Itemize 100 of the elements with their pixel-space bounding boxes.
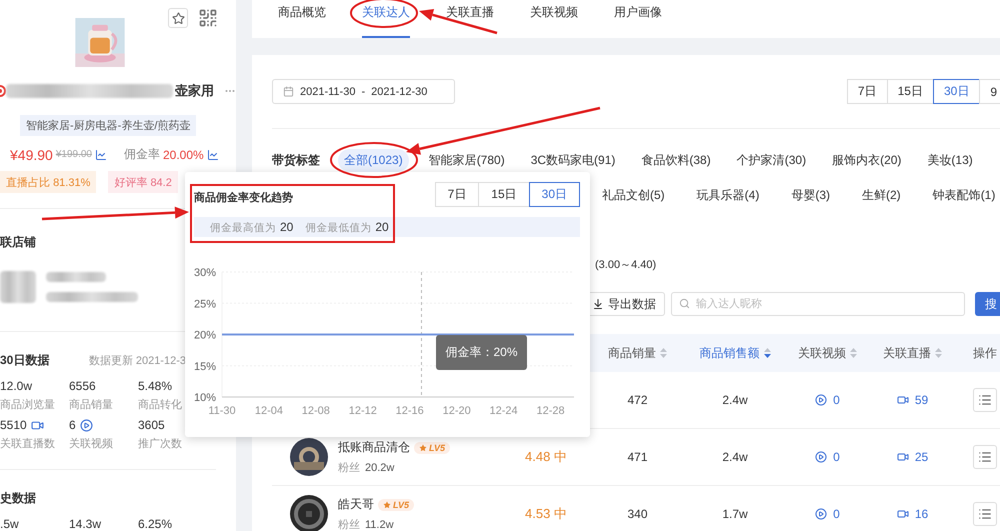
stat-label: 关联视频	[69, 436, 114, 451]
score: 4.48 中	[525, 448, 567, 466]
section-title: 30日数据	[0, 352, 50, 369]
column-header: 操作	[955, 334, 1000, 372]
video-count[interactable]: 0	[833, 393, 840, 407]
tab[interactable]: 关联达人	[362, 0, 410, 38]
axis-label: 12-16	[396, 405, 424, 417]
filter-tag[interactable]: 3C数码家电(91)	[524, 149, 622, 172]
details-button[interactable]	[973, 388, 997, 412]
creator-name[interactable]: 抵账商品清仓	[338, 439, 410, 456]
commission-value: 20.00%	[162, 148, 204, 162]
period-button[interactable]: 9	[979, 79, 1000, 104]
stat-badge: 好评率 84.2	[108, 171, 178, 194]
filter-tag[interactable]: 服饰内衣(20)	[826, 149, 908, 172]
star-icon	[419, 444, 427, 452]
axis-label: 15%	[194, 360, 216, 373]
tab[interactable]: 关联直播	[446, 0, 494, 38]
stat-label: 推广次数	[138, 436, 183, 451]
stat-value: 3605	[138, 418, 166, 432]
section-title: 史数据	[0, 490, 36, 507]
filter-tag[interactable]: 个护家清(30)	[730, 149, 812, 172]
product-name: 壶家用	[175, 82, 214, 100]
stat-value: 6.25%	[138, 516, 174, 531]
filter-tag[interactable]: 美妆(13)	[921, 149, 979, 172]
filter-tag[interactable]: 母婴(3)	[785, 184, 836, 207]
filter-tag[interactable]: 礼品文创(5)	[596, 184, 671, 207]
stat-badge: 直播占比 81.31%	[0, 171, 96, 194]
details-button[interactable]	[973, 502, 997, 526]
line-chart-icon[interactable]	[206, 148, 219, 161]
tab[interactable]: 商品概览	[278, 0, 326, 38]
max-commission: 佣金最高值为 20	[210, 220, 294, 234]
score-range: (3.00～4.40)	[595, 258, 656, 272]
filter-tag[interactable]: 智能家居(780)	[422, 149, 511, 172]
original-price: ¥199.00	[56, 149, 92, 160]
list-icon	[978, 450, 992, 464]
table-cell: 2.4w	[722, 450, 748, 464]
video-count[interactable]: 0	[833, 450, 840, 464]
play-icon	[815, 508, 828, 520]
stat-value: 14.3w	[69, 516, 102, 531]
filter-tag[interactable]: 钟表配饰(1)	[926, 184, 1000, 207]
play-icon	[815, 451, 828, 463]
section-title: 联店铺	[0, 234, 36, 252]
column-header[interactable]: 商品销售额	[685, 334, 785, 372]
video-count[interactable]: 0	[833, 507, 840, 521]
stat-value: 6556	[69, 379, 97, 393]
tab[interactable]: 关联视频	[530, 0, 578, 38]
popup-title: 商品佣金率变化趋势	[194, 190, 293, 205]
fans-count: 粉丝 11.2w	[338, 518, 395, 531]
search-button[interactable]: 搜	[975, 292, 1000, 316]
download-icon	[592, 298, 604, 310]
table-cell: 1.7w	[722, 507, 748, 521]
column-header[interactable]: 商品销量	[590, 334, 685, 372]
axis-label: 30%	[194, 267, 216, 279]
period-button[interactable]: 30日	[932, 79, 980, 104]
table-cell: 472	[627, 393, 648, 407]
category-tag: 智能家居-厨房电器-养生壶/煎药壶	[20, 115, 196, 136]
axis-label: 12-28	[536, 405, 565, 417]
period-button[interactable]: 7日	[434, 182, 480, 207]
tab[interactable]: 用户画像	[614, 0, 662, 38]
line-chart-icon[interactable]	[94, 148, 107, 161]
column-header[interactable]: 关联直播	[870, 334, 955, 372]
favorite-button[interactable]	[168, 8, 188, 28]
filter-title: 带货标签	[272, 152, 320, 169]
chart-tooltip: 佣金率：20%	[436, 335, 527, 370]
live-count[interactable]: 59	[914, 393, 928, 407]
period-button[interactable]: 15日	[478, 182, 530, 207]
stat-value: .5w	[0, 516, 20, 531]
update-time: 数据更新 2021-12-3	[88, 354, 186, 368]
level-badge: LV5	[414, 442, 450, 454]
play-icon	[80, 418, 93, 432]
min-commission: 佣金最低值为 20	[305, 220, 389, 234]
qr-code-icon[interactable]	[198, 8, 218, 28]
filter-tag[interactable]: 玩具乐器(4)	[690, 184, 766, 207]
filter-tag[interactable]: 生鲜(2)	[856, 184, 907, 207]
period-button[interactable]: 7日	[846, 79, 888, 104]
axis-label: 12-04	[254, 405, 283, 417]
stat-value: 12.0w	[0, 379, 34, 393]
period-button[interactable]: 15日	[886, 79, 934, 104]
stat-label: 关联直播数	[0, 436, 56, 451]
live-count[interactable]: 16	[914, 507, 928, 521]
stat-value: 6	[69, 418, 138, 432]
camera-icon	[896, 508, 909, 520]
creator-name[interactable]: 皓天哥	[338, 496, 374, 513]
column-header[interactable]: 关联视频	[785, 334, 870, 372]
filter-tag[interactable]: 食品饮料(38)	[635, 149, 717, 172]
table-cell: 340	[627, 507, 648, 521]
details-button[interactable]	[973, 445, 997, 469]
period-button[interactable]: 30日	[528, 182, 580, 207]
live-count[interactable]: 25	[914, 450, 928, 464]
redacted-image	[0, 271, 36, 304]
axis-label: 11-30	[208, 405, 236, 417]
redacted-text	[46, 272, 106, 282]
search-field[interactable]: 输入达人昵称	[671, 292, 965, 316]
fans-count: 粉丝 20.2w	[338, 461, 396, 475]
axis-label: 12-12	[348, 405, 377, 417]
date-range-field[interactable]: 2021-11-30 - 2021-12-30	[272, 79, 455, 104]
stat-label: 商品转化	[138, 398, 183, 412]
filter-tag[interactable]: 全部(1023)	[338, 149, 409, 172]
camera-icon	[896, 394, 909, 406]
stat-value: 5.48%	[138, 379, 174, 393]
